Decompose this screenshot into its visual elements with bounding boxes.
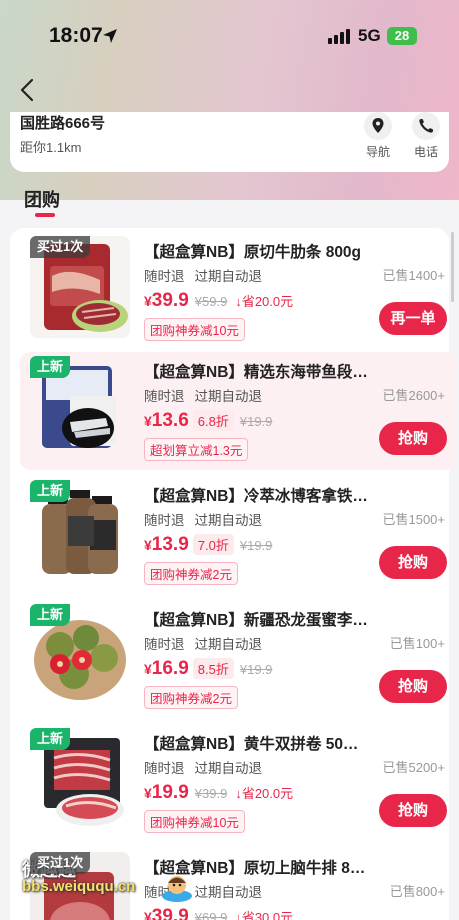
item-sold-count: 已售5200+: [382, 760, 445, 775]
section-tab-indicator: [35, 213, 55, 217]
buy-button[interactable]: 抢购: [379, 422, 447, 455]
deal-item[interactable]: 上新 【超盒算NB】精选东海带鱼段… 随时退 过期自动退 已售2600+ ¥13.…: [20, 352, 455, 470]
buy-button[interactable]: 抢购: [379, 794, 447, 827]
item-savings: ↓省30.0元: [235, 910, 294, 920]
item-sold-count: 已售1500+: [382, 512, 445, 527]
buy-button[interactable]: 抢购: [379, 546, 447, 579]
status-time: 18:07: [49, 24, 103, 47]
item-promo: 超划算立减1.3元: [144, 438, 249, 461]
location-pin-icon: [364, 112, 392, 140]
item-promo: 团购神券减2元: [144, 562, 238, 585]
store-info-card: 国胜路666号 距你1.1km 导航 电话: [10, 112, 449, 172]
navigate-label: 导航: [365, 145, 390, 159]
deal-list-card: 买过1次 【超盒算NB】原切牛肋条 800g 随时退 过期自动退 已售1400+ …: [10, 228, 455, 920]
deal-item[interactable]: 上新 【超盒算NB】黄牛双拼卷 50… 随时退 过期自动退 已售5200+ ¥19…: [20, 724, 455, 842]
item-sold-count: 已售800+: [389, 884, 445, 899]
navigate-button[interactable]: 导航: [358, 112, 398, 162]
item-price: ¥13.6: [144, 410, 189, 431]
tag-auto-refund: 过期自动退: [194, 637, 263, 652]
item-promo: 团购神券减2元: [144, 686, 238, 709]
item-badge: 上新: [30, 356, 71, 378]
item-title: 【超盒算NB】冷萃冰博客拿铁…: [144, 488, 368, 505]
deal-item[interactable]: 买过1次 【超盒算NB】原切牛肋条 800g 随时退 过期自动退 已售1400+ …: [20, 232, 455, 350]
item-badge: 买过1次: [30, 236, 91, 258]
mascot-icon: [162, 876, 192, 902]
item-original-price: ¥69.9: [194, 910, 228, 920]
item-tags: 随时退 过期自动退: [144, 757, 262, 777]
tag-auto-refund: 过期自动退: [194, 513, 263, 528]
item-title: 【超盒算NB】原切牛肋条 800g: [144, 244, 362, 261]
reorder-button[interactable]: 再一单: [379, 302, 447, 335]
item-price: ¥39.9: [144, 290, 189, 311]
price-row: ¥13.6 6.8折 ¥19.9: [144, 410, 272, 434]
price-row: ¥39.9 ¥59.9 ↓省20.0元: [144, 290, 293, 314]
deal-item[interactable]: 上新 【超盒算NB】冷萃冰博客拿铁… 随时退 过期自动退 已售1500+ ¥13.…: [20, 476, 455, 594]
signal-icon: [328, 29, 350, 44]
network-type: 5G: [358, 26, 381, 45]
price-row: ¥19.9 ¥39.9 ↓省20.0元: [144, 782, 293, 806]
tag-auto-refund: 过期自动退: [194, 269, 263, 284]
item-price: ¥16.9: [144, 658, 189, 679]
store-distance: 距你1.1km: [20, 140, 82, 155]
item-savings: ↓省20.0元: [235, 294, 294, 309]
battery-level: 28: [394, 28, 410, 43]
tag-refund-anytime: 随时退: [144, 761, 185, 776]
watermark-url: bbs.weiququ.cn: [22, 878, 136, 895]
price-row: ¥16.9 8.5折 ¥19.9: [144, 658, 272, 682]
tag-refund-anytime: 随时退: [144, 513, 185, 528]
item-savings: ↓省20.0元: [235, 786, 294, 801]
item-badge: 上新: [30, 480, 71, 502]
battery-icon: 28: [387, 27, 417, 45]
back-arrow-icon[interactable]: [14, 76, 42, 104]
item-discount: 6.8折: [192, 410, 234, 431]
tag-auto-refund: 过期自动退: [194, 389, 263, 404]
buy-button[interactable]: 抢购: [379, 670, 447, 703]
item-tags: 随时退 过期自动退: [144, 265, 262, 285]
item-sold-count: 已售100+: [389, 636, 445, 651]
item-tags: 随时退 过期自动退: [144, 633, 262, 653]
item-price: ¥39.9: [144, 906, 189, 920]
price-row: ¥13.9 7.0折 ¥19.9: [144, 534, 272, 558]
item-title: 【超盒算NB】精选东海带鱼段…: [144, 364, 368, 381]
item-original-price: ¥19.9: [239, 538, 273, 553]
section-title[interactable]: 团购: [24, 186, 60, 212]
item-discount: 7.0折: [192, 534, 234, 555]
item-tags: 随时退 过期自动退: [144, 385, 262, 405]
item-badge: 上新: [30, 728, 71, 750]
tag-refund-anytime: 随时退: [144, 269, 185, 284]
item-price: ¥19.9: [144, 782, 189, 803]
item-promo: 团购神券减10元: [144, 810, 245, 833]
item-discount: 8.5折: [192, 658, 234, 679]
phone-label: 电话: [413, 145, 438, 159]
tag-refund-anytime: 随时退: [144, 637, 185, 652]
item-price: ¥13.9: [144, 534, 189, 555]
deal-item[interactable]: 上新 【超盒算NB】新疆恐龙蛋蜜李… 随时退 过期自动退 已售100+ ¥16.9…: [20, 600, 455, 718]
tag-auto-refund: 过期自动退: [194, 885, 263, 900]
status-bar: 18:07 5G 28: [0, 0, 459, 72]
store-address: 国胜路666号: [20, 115, 106, 132]
item-original-price: ¥39.9: [194, 786, 228, 801]
item-title: 【超盒算NB】黄牛双拼卷 50…: [144, 736, 359, 753]
item-sold-count: 已售1400+: [382, 268, 445, 283]
phone-button[interactable]: 电话: [406, 112, 446, 162]
item-original-price: ¥59.9: [194, 294, 228, 309]
tag-refund-anytime: 随时退: [144, 389, 185, 404]
price-row: ¥39.9 ¥69.9 ↓省30.0元: [144, 906, 293, 920]
item-promo: 团购神券减10元: [144, 318, 245, 341]
tag-auto-refund: 过期自动退: [194, 761, 263, 776]
item-title: 【超盒算NB】新疆恐龙蛋蜜李…: [144, 612, 368, 629]
scrollbar[interactable]: [451, 232, 454, 302]
location-arrow-icon: [103, 29, 117, 43]
item-original-price: ¥19.9: [239, 414, 273, 429]
item-sold-count: 已售2600+: [382, 388, 445, 403]
phone-icon: [412, 112, 440, 140]
item-tags: 随时退 过期自动退: [144, 509, 262, 529]
item-badge: 买过1次: [30, 852, 91, 874]
item-original-price: ¥19.9: [239, 662, 273, 677]
item-badge: 上新: [30, 604, 71, 626]
